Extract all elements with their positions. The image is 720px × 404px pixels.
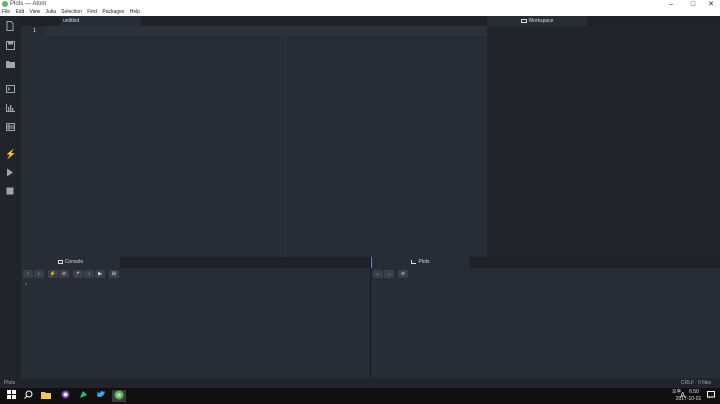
minimize-button[interactable]: – <box>664 0 678 9</box>
plots-tab-label: Plots <box>418 259 430 265</box>
plots-previous-button[interactable]: ← <box>373 270 383 278</box>
tab-console[interactable]: Console <box>21 257 120 268</box>
atom-taskbar-icon[interactable] <box>112 390 126 402</box>
plots-next-button[interactable]: → <box>384 270 394 278</box>
atom-window: Plots — Atom – □ ✕ File Edit View Julia … <box>0 0 720 404</box>
line-gutter: 1 <box>21 26 45 257</box>
console-continue-button[interactable]: ▶ <box>95 270 105 278</box>
console-output[interactable]: › <box>21 280 370 378</box>
tab-plots[interactable]: Plots <box>371 257 469 268</box>
menu-file[interactable]: File <box>2 9 10 16</box>
tab-untitled[interactable]: untitled <box>61 16 141 26</box>
console-layout-button[interactable]: ⊞ <box>109 270 119 278</box>
file-explorer-icon[interactable] <box>39 390 53 402</box>
windows-taskbar: 오후 A 6:50 2017-10-01 <box>0 388 720 404</box>
console-up-button[interactable]: ↑ <box>23 270 33 278</box>
workspace-icon <box>520 18 527 23</box>
status-bar: Plots CRLF 0 files <box>0 378 720 388</box>
workspace-panel <box>487 26 720 257</box>
console-interrupt-button[interactable]: ⚡ <box>48 270 58 278</box>
new-file-icon[interactable] <box>5 21 15 31</box>
menu-view[interactable]: View <box>29 9 40 16</box>
clock-time[interactable]: 6:50 <box>684 389 704 396</box>
console-prompt: › <box>25 282 27 288</box>
line-number: 1 <box>33 28 37 34</box>
twitter-icon[interactable] <box>94 390 108 402</box>
console-icon <box>57 259 63 264</box>
bar-chart-icon <box>411 259 417 264</box>
tab-workspace[interactable]: Workspace <box>487 16 587 26</box>
tab-label: untitled <box>63 18 80 24</box>
title-bar: Plots — Atom – □ ✕ <box>0 0 720 9</box>
atom-logo-icon <box>2 1 8 7</box>
clock-date[interactable]: 2017-10-01 <box>673 396 704 403</box>
console-clear-button[interactable]: ⊘ <box>59 270 69 278</box>
plots-pane <box>371 280 720 378</box>
stop-icon[interactable] <box>5 187 15 197</box>
terminal-icon[interactable] <box>5 85 15 95</box>
menu-help[interactable]: Help <box>130 9 140 16</box>
menu-packages[interactable]: Packages <box>102 9 124 16</box>
line-ending-selector[interactable]: CRLF <box>681 378 694 388</box>
app-icon-purple[interactable] <box>58 390 72 402</box>
menu-bar: File Edit View Julia Selection Find Pack… <box>0 9 720 16</box>
windows-start-icon[interactable] <box>4 390 18 402</box>
app-icon-green[interactable] <box>76 390 90 402</box>
notification-icon[interactable] <box>704 390 718 402</box>
menu-edit[interactable]: Edit <box>15 9 24 16</box>
close-button[interactable]: ✕ <box>704 0 718 9</box>
console-step-button[interactable]: ↱ <box>73 270 83 278</box>
wrap-guide <box>285 26 286 257</box>
status-left-label[interactable]: Plots <box>4 378 15 388</box>
menu-find[interactable]: Find <box>87 9 97 16</box>
console-tab-bar: Console <box>21 257 370 268</box>
play-icon[interactable] <box>5 168 15 178</box>
editor-tab-bar: untitled <box>21 16 487 26</box>
save-icon[interactable] <box>5 41 15 51</box>
workspace-tab-bar: Workspace <box>487 16 720 26</box>
menu-selection[interactable]: Selection <box>61 9 82 16</box>
console-down-button[interactable]: ↓ <box>34 270 44 278</box>
menu-julia[interactable]: Julia <box>46 9 56 16</box>
folder-icon[interactable] <box>5 60 15 70</box>
search-icon[interactable] <box>21 390 35 402</box>
files-count[interactable]: 0 files <box>698 378 711 388</box>
tool-bar: ⚡ <box>0 16 20 378</box>
plots-clear-button[interactable]: ⊘ <box>398 270 408 278</box>
table-icon[interactable] <box>5 123 15 133</box>
plots-toolbar: ← → ⊘ <box>371 268 720 280</box>
cursor-line[interactable] <box>45 26 487 36</box>
lightning-icon[interactable]: ⚡ <box>5 149 16 159</box>
bar-chart-icon[interactable] <box>5 104 15 114</box>
workspace-tab-label: Workspace <box>528 18 554 24</box>
maximize-button[interactable]: □ <box>686 0 700 9</box>
text-editor[interactable]: 1 <box>21 26 487 257</box>
plots-tab-bar: Plots <box>371 257 720 268</box>
console-step-in-button[interactable]: ↓ <box>84 270 94 278</box>
console-tab-label: Console <box>64 259 84 265</box>
console-toolbar: ↑ ↓ ⚡ ⊘ ↱ ↓ ▶ ⊞ <box>21 268 370 280</box>
window-title: Plots — Atom <box>10 1 47 7</box>
